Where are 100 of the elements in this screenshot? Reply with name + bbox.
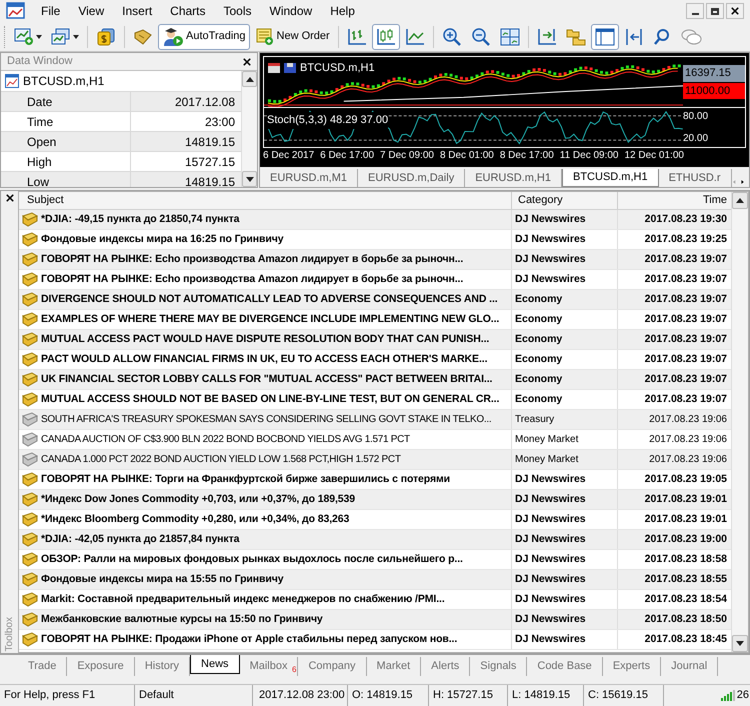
news-row[interactable]: MUTUAL ACCESS SHOULD NOT BE BASED ON LINE-BY-LINE TEST, BUT ON GENERAL CR... Economy 2017.08.23 19:07 bbox=[19, 390, 731, 410]
menu-item[interactable]: Charts bbox=[161, 2, 214, 20]
toolbar-button[interactable] bbox=[590, 24, 619, 50]
news-time: 2017.08.23 19:06 bbox=[649, 413, 727, 427]
scrollbar[interactable] bbox=[731, 192, 748, 652]
zoom-out-icon bbox=[470, 28, 491, 46]
period-separator-icon bbox=[624, 28, 644, 46]
scrollbar[interactable] bbox=[241, 71, 257, 187]
news-row[interactable]: ГОВОРЯТ НА РЫНКЕ: Торги на Франкфуртской бирже завершились с потерями DJ Newswires 2017.08.23 19:05 bbox=[19, 470, 731, 490]
toolbox-tab[interactable]: Trade bbox=[18, 657, 68, 676]
toolbox-tab[interactable]: News bbox=[190, 655, 240, 674]
news-subject: ГОВОРЯТ НА РЫНКЕ: Продажи iPhone от Apple стабильны перед запуском нов... bbox=[41, 632, 458, 647]
column-header[interactable]: Time bbox=[702, 192, 727, 209]
news-row[interactable]: ГОВОРЯТ НА РЫНКЕ: Echo производства Amazon лидирует в борьбе за рыночн... DJ Newswires 2017.08.23 19:07 bbox=[19, 270, 731, 290]
news-row[interactable]: *DJIA: -42,05 пункта до 21857,84 пункта DJ Newswires 2017.08.23 19:00 bbox=[19, 530, 731, 550]
menu-item[interactable]: Help bbox=[321, 2, 364, 20]
news-row[interactable]: ГОВОРЯТ НА РЫНКЕ: Echo производства Amazon лидирует в борьбе за рыночн... DJ Newswires 2017.08.23 19:07 bbox=[19, 250, 731, 270]
chat-icon bbox=[680, 28, 702, 46]
news-row[interactable]: *DJIA: -49,15 пункта до 21850,74 пункта DJ Newswires 2017.08.23 19:30 bbox=[19, 210, 731, 230]
column-header[interactable]: Category bbox=[518, 192, 563, 209]
news-row[interactable]: PACT WOULD ALLOW FINANCIAL FIRMS IN UK, EU TO ACCESS EACH OTHER'S MARKE... Economy 2017.08.23 19:07 bbox=[19, 350, 731, 370]
scroll-down-icon[interactable] bbox=[736, 641, 744, 646]
news-subject: Межбанковские валютные курсы на 15:50 по Гринвичу bbox=[41, 612, 323, 627]
chart-tab[interactable]: EURUSD.m,Daily bbox=[358, 169, 466, 187]
news-row[interactable]: CANADA AUCTION OF C$3.900 BLN 2022 BOND BOCBOND YIELDS AVG 1.571 PCT Money Market 2017.08.23 19:06 bbox=[19, 430, 731, 450]
toolbox-tab[interactable]: Signals bbox=[470, 657, 528, 676]
toolbox-tab[interactable]: Experts bbox=[602, 657, 662, 676]
minimize-button[interactable] bbox=[686, 3, 704, 19]
scroll-down-icon[interactable] bbox=[246, 176, 254, 182]
news-row[interactable]: UK FINANCIAL SECTOR LOBBY CALLS FOR "MUTUAL ACCESS" PACT BETWEEN BRITAI... Economy 2017.08.23 19:07 bbox=[19, 370, 731, 390]
folders-icon bbox=[566, 28, 586, 46]
news-row[interactable]: EXAMPLES OF WHERE THERE MAY BE DIVERGENCE INCLUDE IMPLEMENTING NEW GLO... Economy 2017.08.23 19:07 bbox=[19, 310, 731, 330]
news-subject: DIVERGENCE SHOULD NOT AUTOMATICALLY LEAD TO ADVERSE CONSEQUENCES AND ... bbox=[41, 292, 498, 307]
toolbar-button[interactable]: New Order bbox=[250, 24, 334, 50]
time-label: 8 Dec 01:00 bbox=[440, 148, 494, 162]
chart-add-icon bbox=[14, 28, 34, 46]
news-subject: EXAMPLES OF WHERE THERE MAY BE DIVERGENCE INCLUDE IMPLEMENTING NEW GLO... bbox=[41, 312, 500, 327]
data-value: 23:00 bbox=[204, 114, 235, 130]
toolbox-tab[interactable]: Mailbox 6 bbox=[240, 657, 298, 676]
news-row[interactable]: ОБЗОР: Ралли на мировых фондовых рынках выдохлось после сильнейшего р... DJ Newswires 2017.08.23 18:58 bbox=[19, 550, 731, 570]
news-row[interactable]: DIVERGENCE SHOULD NOT AUTOMATICALLY LEAD TO ADVERSE CONSEQUENCES AND ... Economy 2017.08.23 19:07 bbox=[19, 290, 731, 310]
column-header[interactable]: Subject bbox=[27, 192, 64, 209]
data-label: Time bbox=[27, 114, 54, 130]
menu-item[interactable]: Tools bbox=[214, 2, 261, 20]
scroll-up-icon[interactable] bbox=[246, 76, 254, 82]
restore-button[interactable] bbox=[706, 3, 724, 19]
newspaper-icon bbox=[22, 532, 38, 547]
news-row[interactable]: ГОВОРЯТ НА РЫНКЕ: Продажи iPhone от Apple стабильны перед запуском нов... DJ Newswires 2017.08.23 18:45 bbox=[19, 630, 731, 650]
news-category: DJ Newswires bbox=[515, 232, 586, 247]
data-value: 15727.15 bbox=[184, 154, 235, 170]
toolbar-button[interactable]: AutoTrading bbox=[158, 24, 250, 50]
news-row[interactable]: Фондовые индексы мира на 15:55 по Гринвичу DJ Newswires 2017.08.23 18:55 bbox=[19, 570, 731, 590]
news-category: DJ Newswires bbox=[515, 632, 586, 647]
news-row[interactable]: *Индекс Bloomberg Commodity +0,280, или +0,34%, до 83,263 DJ Newswires 2017.08.23 19:01 bbox=[19, 510, 731, 530]
price-label: 11000.00 bbox=[683, 82, 745, 99]
close-icon[interactable] bbox=[6, 194, 14, 202]
chart-tab[interactable]: BTCUSD.m,H1 bbox=[562, 169, 659, 187]
news-row[interactable]: Markit: Составной предварительный индекс менеджеров по снабжению /PMI... DJ Newswires 2017.08.23 18:54 bbox=[19, 590, 731, 610]
toolbox-tab[interactable]: Code Base bbox=[527, 657, 603, 676]
close-button[interactable] bbox=[726, 3, 744, 19]
toolbar-button[interactable] bbox=[372, 24, 400, 50]
news-time: 2017.08.23 19:07 bbox=[644, 252, 727, 267]
chart-tab[interactable]: EURUSD.m,M1 bbox=[260, 169, 358, 187]
news-time: 2017.08.23 19:07 bbox=[644, 352, 727, 367]
menu-item[interactable]: Window bbox=[260, 2, 322, 20]
news-row[interactable]: *Индекс Dow Jones Commodity +0,703, или +0,37%, до 189,539 DJ Newswires 2017.08.23 19:01 bbox=[19, 490, 731, 510]
news-subject: Фондовые индексы мира на 16:25 по Гринвичу bbox=[41, 232, 284, 247]
toolbox-tab[interactable]: Market bbox=[366, 657, 422, 676]
newspaper-icon bbox=[22, 472, 38, 487]
news-subject: CANADA AUCTION OF C$3.900 BLN 2022 BOND BOCBOND YIELDS AVG 1.571 PCT bbox=[41, 433, 410, 447]
news-row[interactable]: Межбанковские валютные курсы на 15:50 по Гринвичу DJ Newswires 2017.08.23 18:50 bbox=[19, 610, 731, 630]
data-value: 14819.15 bbox=[184, 174, 235, 187]
symbol-label: BTCUSD.m,H1 bbox=[23, 73, 104, 90]
toolbox-tab[interactable]: Exposure bbox=[67, 657, 135, 676]
toolbox-tab[interactable]: Company bbox=[298, 657, 367, 676]
news-row[interactable]: SOUTH AFRICA'S TREASURY SPOKESMAN SAYS CONSIDERING SELLING GOVT STAKE IN TELKO... Treasury 2017.08.23 19:06 bbox=[19, 410, 731, 430]
close-icon[interactable] bbox=[243, 58, 251, 66]
news-row[interactable]: Фондовые индексы мира на 16:25 по Гринвичу DJ Newswires 2017.08.23 19:25 bbox=[19, 230, 731, 250]
newspaper-icon bbox=[22, 632, 38, 647]
newspaper-icon bbox=[22, 212, 38, 227]
news-category: Economy bbox=[515, 392, 562, 407]
toolbox-tab[interactable]: Alerts bbox=[421, 657, 470, 676]
newspaper-icon bbox=[22, 232, 38, 247]
news-subject: ГОВОРЯТ НА РЫНКЕ: Echo производства Amazon лидирует в борьбе за рыночн... bbox=[41, 252, 464, 267]
news-time: 2017.08.23 19:05 bbox=[644, 472, 727, 487]
news-row[interactable]: MUTUAL ACCESS PACT WOULD HAVE DISPUTE RESOLUTION BODY THAT CAN PUNISH... Economy 2017.08.23 19:07 bbox=[19, 330, 731, 350]
menu-item[interactable]: View bbox=[69, 2, 114, 20]
chart-title: BTCUSD.m,H1 bbox=[300, 61, 375, 76]
news-subject: Markit: Составной предварительный индекс менеджеров по снабжению /PMI... bbox=[41, 592, 445, 607]
menu-item[interactable]: Insert bbox=[113, 2, 162, 20]
scroll-up-icon[interactable] bbox=[736, 198, 744, 203]
data-label: High bbox=[27, 154, 52, 170]
unread-count: 6 bbox=[292, 664, 296, 676]
toolbox-tab[interactable]: Journal bbox=[661, 657, 718, 676]
menu-item[interactable]: File bbox=[32, 2, 70, 20]
news-row[interactable]: CANADA 1.000 PCT 2022 BOND AUCTION YIELD LOW 1.568 PCT,HIGH 1.572 PCT Money Market 2017.08.23 19:06 bbox=[19, 450, 731, 470]
status-text: O: 14819.15 bbox=[352, 688, 413, 704]
chart-tab[interactable]: ETHUSD.r bbox=[658, 169, 732, 187]
newspaper-icon bbox=[22, 512, 38, 527]
news-time: 2017.08.23 19:01 bbox=[644, 512, 727, 527]
